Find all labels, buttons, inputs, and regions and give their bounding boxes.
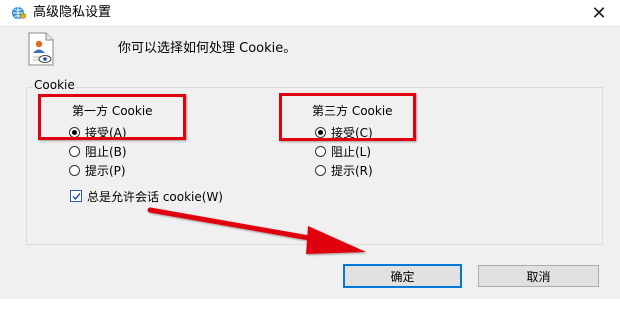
radio-first-party-block[interactable]: 阻止(B) (69, 143, 127, 159)
radio-label: 提示(R) (331, 163, 373, 178)
radio-button[interactable] (69, 164, 80, 176)
radio-label: 阻止(B) (85, 144, 127, 159)
checkmark-icon (72, 192, 81, 200)
radio-first-party-prompt[interactable]: 提示(P) (69, 162, 126, 178)
window-bottom-edge (0, 299, 620, 309)
close-icon: ✕ (591, 2, 607, 24)
cookie-group-label: Cookie (33, 78, 76, 92)
radio-third-party-block[interactable]: 阻止(L) (315, 143, 371, 159)
highlight-third-party (279, 93, 416, 141)
radio-label: 阻止(L) (331, 144, 372, 159)
ok-button[interactable]: 确定 (343, 264, 462, 288)
globe-shield-icon (12, 7, 26, 19)
radio-label: 提示(P) (85, 163, 126, 178)
radio-button[interactable] (315, 164, 326, 176)
privacy-document-icon (28, 32, 54, 66)
checkbox[interactable] (70, 190, 82, 202)
close-button[interactable]: ✕ (578, 0, 620, 26)
radio-third-party-prompt[interactable]: 提示(R) (315, 162, 373, 178)
cancel-button-label: 取消 (526, 269, 551, 284)
window-title: 高级隐私设置 (33, 5, 112, 20)
radio-button[interactable] (315, 145, 326, 157)
annotation-arrow (147, 207, 366, 254)
title-bar: 高级隐私设置 ✕ (0, 0, 620, 26)
ok-button-label: 确定 (390, 269, 415, 284)
intro-text: 你可以选择如何处理 Cookie。 (118, 41, 297, 56)
highlight-first-party (38, 94, 186, 140)
cancel-button[interactable]: 取消 (478, 265, 599, 287)
radio-button[interactable] (69, 145, 80, 157)
